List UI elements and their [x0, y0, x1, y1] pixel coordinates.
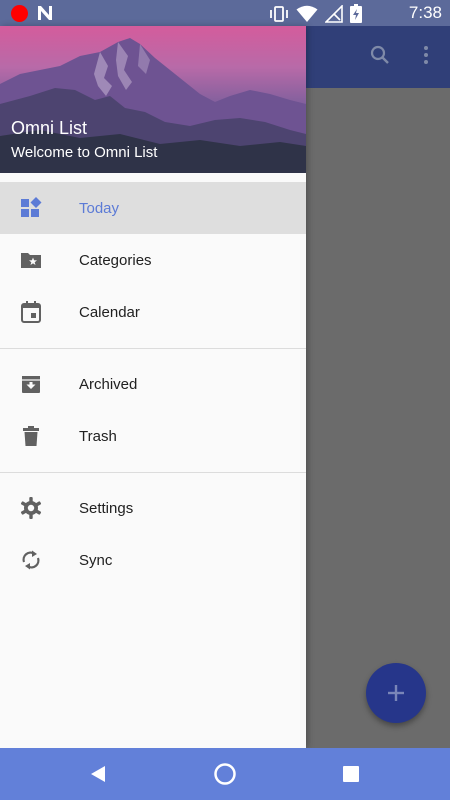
drawer-title: Omni List: [11, 118, 88, 138]
back-icon[interactable]: [88, 764, 108, 784]
status-bar: 7:38: [0, 0, 450, 26]
nav-item-settings[interactable]: Settings: [0, 482, 306, 534]
nav-item-label: Archived: [79, 375, 138, 393]
sync-icon: [22, 550, 40, 570]
divider: [0, 472, 306, 473]
nav-item-archived[interactable]: Archived: [0, 358, 306, 410]
no-signal-icon: [325, 4, 343, 23]
nav-item-categories[interactable]: Categories: [0, 234, 306, 286]
vibrate-icon: [270, 5, 288, 22]
nav-item-trash[interactable]: Trash: [0, 410, 306, 462]
nav-item-label: Sync: [79, 551, 113, 569]
trash-icon: [23, 426, 39, 446]
nav-item-sync[interactable]: Sync: [0, 534, 306, 586]
folder-star-icon: [21, 253, 41, 268]
nav-item-label: Settings: [79, 499, 134, 517]
dashboard-icon: [21, 197, 42, 217]
home-icon[interactable]: [213, 762, 237, 786]
n-notification-icon: [38, 6, 52, 20]
nav-item-calendar[interactable]: Calendar: [0, 286, 306, 338]
system-nav-bar: [0, 748, 450, 800]
nav-item-label: Categories: [79, 251, 152, 269]
calendar-icon: [21, 301, 41, 323]
nav-item-today[interactable]: Today: [0, 182, 306, 234]
clock: 7:38: [408, 3, 442, 22]
divider: [0, 348, 306, 349]
nav-item-label: Today: [79, 199, 120, 217]
recents-icon[interactable]: [343, 766, 359, 782]
search-icon[interactable]: [368, 43, 392, 67]
navigation-drawer: Omni List Welcome to Omni List Today Cat…: [0, 26, 306, 748]
nav-item-label: Calendar: [79, 303, 140, 321]
wifi-icon: [296, 5, 318, 22]
archive-icon: [22, 376, 40, 393]
settings-icon: [20, 497, 42, 519]
battery-charging-icon: [350, 4, 362, 23]
add-icon: [388, 685, 404, 701]
drawer-header: Omni List Welcome to Omni List: [0, 26, 306, 173]
nav-item-label: Trash: [79, 427, 117, 445]
record-icon: [11, 5, 28, 22]
drawer-subtitle: Welcome to Omni List: [11, 144, 158, 161]
more-vert-icon[interactable]: [414, 43, 438, 67]
add-fab-button[interactable]: [366, 663, 426, 723]
